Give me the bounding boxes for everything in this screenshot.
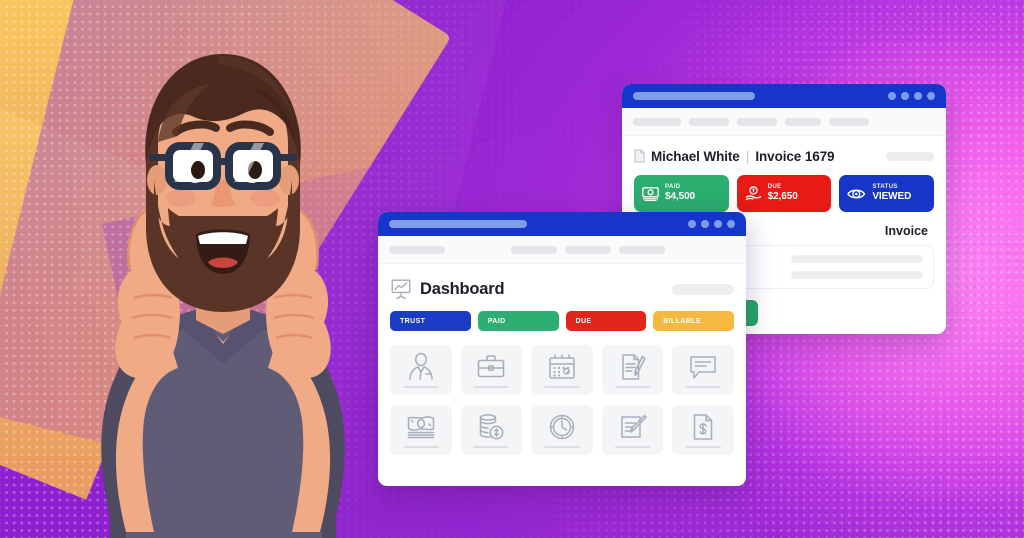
stat-card-paid[interactable]: PAID $4,500 (634, 175, 729, 212)
client-person-icon (409, 352, 433, 380)
tile-underline (473, 446, 510, 448)
tile-banknote[interactable] (390, 405, 452, 455)
placeholder-bar (791, 255, 923, 263)
stat-value-paid: $4,500 (665, 191, 695, 203)
nav-item-3[interactable] (737, 117, 777, 126)
dashboard-body: Dashboard TRUST PAID DUE BILLABLE (378, 264, 746, 465)
titlebar-dot-1[interactable] (688, 220, 696, 228)
document-icon (634, 149, 645, 163)
coin-hand-icon (745, 186, 762, 201)
invoice-navbar (622, 108, 946, 136)
coins-stack-icon (480, 414, 504, 440)
clock-icon (549, 414, 575, 440)
titlebar-dot-3[interactable] (714, 220, 722, 228)
titlebar-dot-2[interactable] (701, 220, 709, 228)
document-pen-icon (621, 354, 646, 380)
address-bar[interactable] (389, 220, 527, 228)
tile-briefcase[interactable] (460, 345, 523, 395)
nav-item-5[interactable] (829, 117, 869, 126)
tile-chat-bubble[interactable] (672, 345, 734, 395)
header-action-placeholder[interactable] (886, 151, 934, 161)
presentation-chart-icon (391, 279, 411, 300)
stat-value-due: $2,650 (767, 191, 798, 203)
dashboard-window: Dashboard TRUST PAID DUE BILLABLE (378, 212, 746, 486)
invoice-stat-row: PAID $4,500 DUE $2,650 STATUS VIEWED (634, 175, 935, 212)
page-title: Dashboard (420, 279, 505, 298)
stat-card-due[interactable]: DUE $2,650 (736, 175, 832, 212)
tile-invoice-dollar[interactable] (672, 405, 734, 455)
tab-trust[interactable]: TRUST (390, 311, 471, 331)
titlebar-dots (688, 220, 735, 228)
calendar-icon (549, 354, 575, 379)
invoice-dollar-icon (693, 414, 713, 440)
header-separator: | (745, 148, 750, 164)
tile-calendar[interactable] (531, 345, 593, 395)
nav-item-1[interactable] (633, 117, 681, 126)
stat-label-status: STATUS (872, 183, 898, 191)
titlebar-dot-3[interactable] (914, 92, 922, 100)
tile-notepad-pen[interactable] (601, 405, 664, 455)
tile-underline (402, 446, 439, 448)
titlebar-dots (888, 92, 935, 100)
placeholder-bar (791, 271, 923, 279)
eye-icon (847, 189, 866, 198)
address-bar[interactable] (633, 92, 755, 100)
nav-item-2[interactable] (511, 245, 557, 254)
header-action-placeholder[interactable] (672, 283, 734, 295)
nav-item-3[interactable] (565, 245, 611, 254)
dashboard-titlebar (378, 212, 746, 236)
nav-item-1[interactable] (389, 245, 445, 254)
stat-value-status: VIEWED (872, 191, 912, 203)
stat-label-paid: PAID (665, 183, 681, 191)
tile-underline (473, 386, 510, 388)
tile-underline (685, 386, 722, 388)
banknote-icon (407, 416, 435, 439)
dashboard-navbar (378, 236, 746, 264)
titlebar-dot-4[interactable] (927, 92, 935, 100)
notepad-pen-icon (620, 414, 647, 438)
nav-item-4[interactable] (619, 245, 665, 254)
tab-paid[interactable]: PAID (477, 311, 559, 331)
briefcase-icon (478, 355, 505, 378)
tile-document-pen[interactable] (601, 345, 664, 395)
nav-item-4[interactable] (785, 117, 821, 126)
tile-underline (543, 386, 580, 388)
dashboard-icon-grid (390, 343, 734, 465)
stat-card-status[interactable]: STATUS VIEWED (839, 175, 935, 212)
tile-underline (614, 446, 651, 448)
banknote-icon (642, 186, 659, 201)
tab-billable[interactable]: BILLABLE (653, 311, 734, 331)
character-illustration (101, 54, 345, 538)
titlebar-dot-1[interactable] (888, 92, 896, 100)
dashboard-tab-row: TRUST PAID DUE BILLABLE (390, 311, 734, 331)
invoice-titlebar (622, 84, 946, 108)
tile-clock[interactable] (531, 405, 593, 455)
promo-graphic: Michael White | Invoice 1679 PAID $4,500 (0, 0, 1024, 538)
tile-underline (402, 386, 439, 388)
tab-due[interactable]: DUE (565, 311, 647, 331)
tile-underline (685, 446, 722, 448)
invoice-number: Invoice 1679 (755, 148, 835, 164)
tile-coins-stack[interactable] (460, 405, 523, 455)
nav-item-2[interactable] (689, 117, 729, 126)
invoice-header: Michael White | Invoice 1679 (634, 148, 934, 164)
chat-bubble-icon (690, 356, 716, 379)
tile-underline (614, 386, 651, 388)
tile-underline (543, 446, 580, 448)
stat-label-due: DUE (767, 183, 782, 191)
client-name: Michael White (651, 148, 740, 164)
titlebar-dot-4[interactable] (727, 220, 735, 228)
titlebar-dot-2[interactable] (901, 92, 909, 100)
tile-client-person[interactable] (390, 345, 452, 395)
dashboard-header: Dashboard (390, 278, 734, 300)
